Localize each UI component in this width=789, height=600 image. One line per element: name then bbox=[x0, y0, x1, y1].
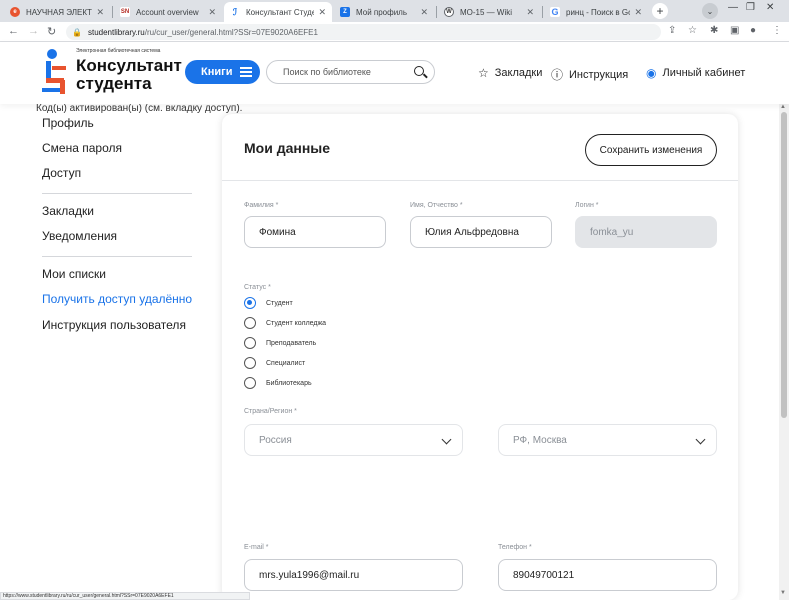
chevron-down-icon bbox=[441, 434, 452, 445]
sidepanel-icon[interactable]: ▣ bbox=[730, 25, 739, 36]
sidebar-item-bookmarks[interactable]: Закладки bbox=[42, 204, 94, 218]
activation-notice: Код(ы) активирован(ы) (см. вкладку досту… bbox=[36, 103, 243, 114]
chevron-down-icon bbox=[695, 434, 706, 445]
sidebar-item-password[interactable]: Смена пароля bbox=[42, 141, 122, 155]
favicon-icon: W bbox=[444, 7, 454, 17]
radio[interactable] bbox=[244, 317, 256, 329]
phone-field[interactable]: 89049700121 bbox=[498, 559, 717, 591]
search-icon[interactable] bbox=[414, 66, 424, 76]
browser-tab[interactable]: e НАУЧНАЯ ЭЛЕКТРО ✕ bbox=[4, 2, 110, 22]
menu-icon[interactable]: ⋮ bbox=[772, 25, 782, 36]
scroll-down-icon[interactable]: ▼ bbox=[780, 590, 786, 596]
favicon-icon: SN bbox=[120, 7, 130, 17]
country-select[interactable]: Россия bbox=[244, 424, 463, 456]
browser-tab[interactable]: SN Account overview ✕ bbox=[114, 2, 222, 22]
forward-icon[interactable]: → bbox=[28, 25, 39, 37]
status-option-teacher[interactable]: Преподаватель bbox=[244, 337, 316, 349]
browser-tab[interactable]: Z Мой профиль ✕ bbox=[334, 2, 434, 22]
maximize-icon[interactable]: ❐ bbox=[746, 2, 755, 13]
sidebar-item-remote-access[interactable]: Получить доступ удалённо bbox=[42, 292, 192, 306]
favicon-icon: G bbox=[550, 7, 560, 17]
radio[interactable] bbox=[244, 377, 256, 389]
login-field: fomka_yu bbox=[575, 216, 717, 248]
close-icon[interactable]: ✕ bbox=[634, 7, 642, 18]
browser-tab-strip: e НАУЧНАЯ ЭЛЕКТРО ✕ SN Account overview … bbox=[0, 0, 789, 22]
address-bar[interactable]: 🔒 studentlibrary.ru/ru/cur_user/general.… bbox=[66, 24, 661, 40]
logo-name-line1: Консультант bbox=[76, 56, 182, 75]
star-icon[interactable]: ☆ bbox=[688, 25, 697, 36]
save-changes-button[interactable]: Сохранить изменения bbox=[585, 134, 717, 166]
close-icon[interactable]: ✕ bbox=[96, 7, 104, 18]
favicon-icon: e bbox=[10, 7, 20, 17]
status-option-librarian[interactable]: Библиотекарь bbox=[244, 377, 312, 389]
scroll-up-icon[interactable]: ▲ bbox=[780, 104, 786, 110]
site-header: Электронная библиотечная система Консуль… bbox=[0, 42, 789, 104]
email-field[interactable]: mrs.yula1996@mail.ru bbox=[244, 559, 463, 591]
divider bbox=[42, 193, 192, 194]
star-icon: ☆ bbox=[478, 66, 489, 80]
favicon-icon: Z bbox=[340, 7, 350, 17]
instruction-link[interactable]: ⓘ Инструкция bbox=[551, 66, 628, 83]
hamburger-icon bbox=[240, 67, 252, 77]
close-icon[interactable]: ✕ bbox=[318, 7, 326, 18]
status-option-specialist[interactable]: Специалист bbox=[244, 357, 305, 369]
name-field[interactable]: Юлия Альфредовна bbox=[410, 216, 552, 248]
logo-figure-icon bbox=[42, 49, 66, 94]
email-label: E-mail * bbox=[244, 544, 269, 551]
close-icon[interactable]: ✕ bbox=[526, 7, 534, 18]
status-option-college[interactable]: Студент колледжа bbox=[244, 317, 326, 329]
bookmarks-link[interactable]: ☆ Закладки bbox=[478, 66, 542, 80]
user-icon: ◉ bbox=[646, 66, 657, 80]
logo-name-line2: студента bbox=[76, 74, 152, 93]
status-label: Статус * bbox=[244, 284, 271, 291]
phone-label: Телефон * bbox=[498, 544, 532, 551]
library-search-input[interactable]: Поиск по библиотеке bbox=[266, 60, 435, 84]
new-tab-button[interactable]: + bbox=[652, 3, 668, 19]
favicon-icon: ℐ bbox=[230, 7, 240, 17]
browser-toolbar: ← → ↻ 🔒 studentlibrary.ru/ru/cur_user/ge… bbox=[0, 22, 789, 42]
surname-label: Фамилия * bbox=[244, 202, 279, 209]
link-status-bar: https://www.studentlibrary.ru/ru/cur_use… bbox=[0, 592, 250, 600]
region-select[interactable]: РФ, Москва bbox=[498, 424, 717, 456]
close-window-icon[interactable]: ✕ bbox=[766, 2, 774, 13]
profile-icon[interactable]: ● bbox=[750, 25, 756, 36]
sidebar-item-notifications[interactable]: Уведомления bbox=[42, 229, 117, 243]
sidebar-item-profile[interactable]: Профиль bbox=[42, 116, 94, 130]
status-option-student[interactable]: Студент bbox=[244, 297, 293, 309]
my-data-card: Мои данные Сохранить изменения Фамилия *… bbox=[222, 114, 738, 600]
personal-cabinet-link[interactable]: ◉ Личный кабинет bbox=[646, 66, 745, 80]
site-logo[interactable]: Электронная библиотечная система Консуль… bbox=[40, 48, 182, 98]
sidebar-item-user-guide[interactable]: Инструкция пользователя bbox=[42, 318, 186, 332]
minimize-icon[interactable]: — bbox=[728, 2, 738, 13]
reload-icon[interactable]: ↻ bbox=[47, 25, 56, 38]
radio[interactable] bbox=[244, 337, 256, 349]
tab-search-icon[interactable]: ⌄ bbox=[702, 3, 718, 19]
radio-checked[interactable] bbox=[244, 297, 256, 309]
name-label: Имя, Отчество * bbox=[410, 202, 463, 209]
sidebar-item-my-lists[interactable]: Мои списки bbox=[42, 267, 106, 281]
divider bbox=[222, 180, 738, 181]
sidebar-item-access[interactable]: Доступ bbox=[42, 166, 81, 180]
country-label: Страна/Регион * bbox=[244, 408, 297, 415]
radio[interactable] bbox=[244, 357, 256, 369]
close-icon[interactable]: ✕ bbox=[420, 7, 428, 18]
login-label: Логин * bbox=[575, 202, 599, 209]
page-title: Мои данные bbox=[244, 140, 331, 156]
scrollbar-thumb[interactable] bbox=[781, 112, 787, 418]
books-menu-button[interactable]: Книги bbox=[185, 60, 260, 84]
info-icon: ⓘ bbox=[551, 68, 564, 82]
extensions-icon[interactable]: ✱ bbox=[710, 25, 718, 36]
lock-icon: 🔒 bbox=[72, 27, 82, 37]
surname-field[interactable]: Фомина bbox=[244, 216, 386, 248]
share-icon[interactable]: ⇪ bbox=[668, 25, 676, 36]
back-icon[interactable]: ← bbox=[8, 25, 19, 37]
close-icon[interactable]: ✕ bbox=[208, 7, 216, 18]
browser-tab[interactable]: W MO-15 — Wiki ✕ bbox=[438, 2, 540, 22]
browser-tab-active[interactable]: ℐ Консультант Студе ✕ bbox=[224, 2, 332, 22]
divider bbox=[42, 256, 192, 257]
browser-tab[interactable]: G ринц - Поиск в Goo ✕ bbox=[544, 2, 648, 22]
